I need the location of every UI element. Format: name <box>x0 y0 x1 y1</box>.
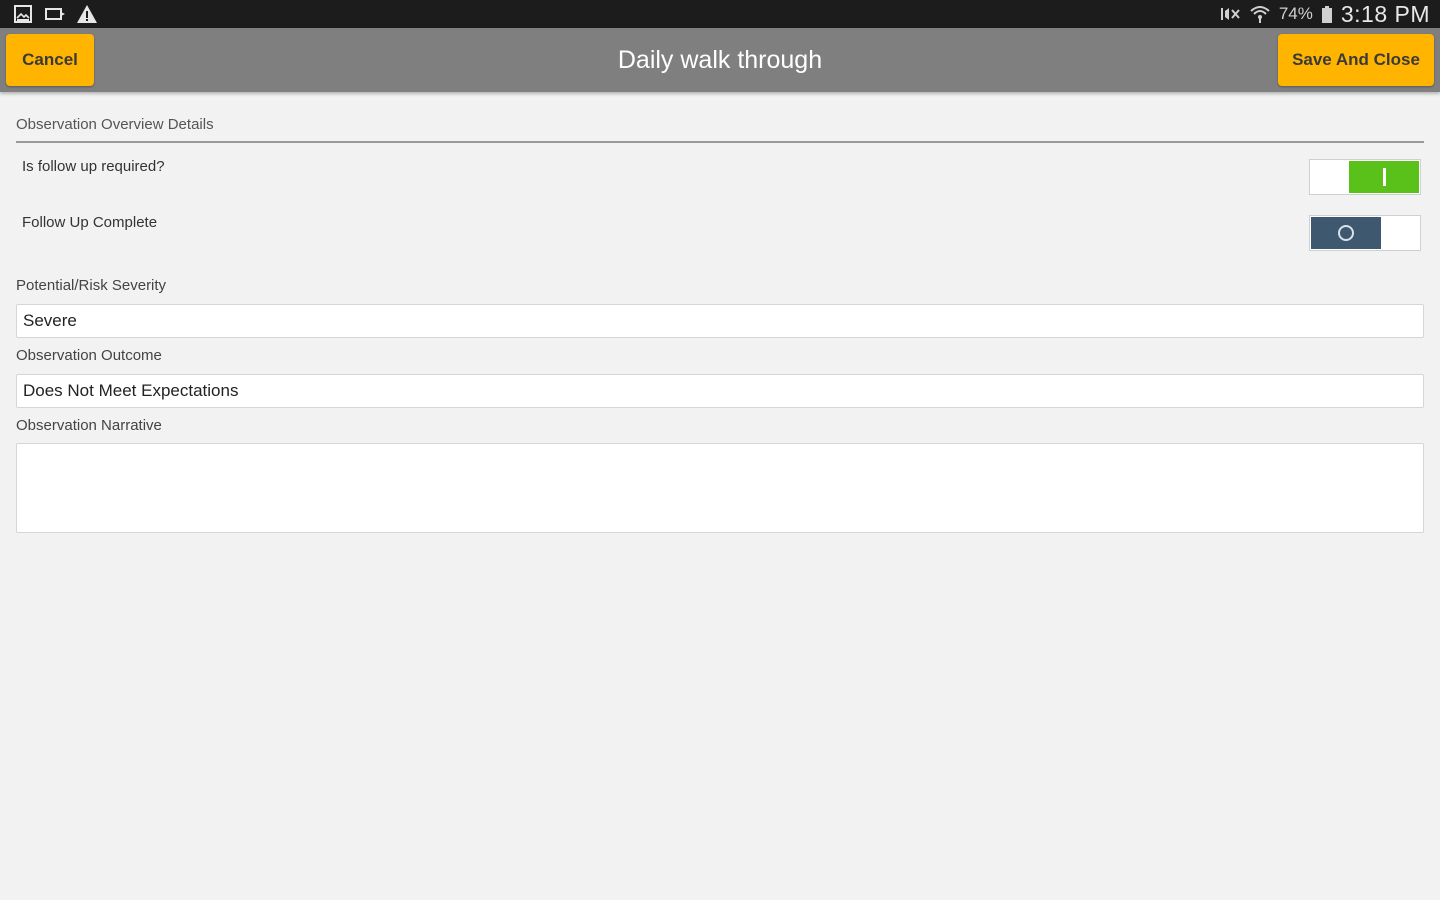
follow-up-complete-label: Follow Up Complete <box>22 214 158 231</box>
cancel-button[interactable]: Cancel <box>6 34 94 86</box>
section-divider <box>16 141 1424 143</box>
clock: 3:18 PM <box>1340 0 1430 27</box>
narrative-label: Observation Narrative <box>16 417 162 434</box>
cast-icon <box>44 3 66 25</box>
battery-percent: 74% <box>1278 4 1313 23</box>
severity-label: Potential/Risk Severity <box>16 277 167 294</box>
page-title: Daily walk through <box>617 45 823 74</box>
image-notification-icon <box>12 3 34 25</box>
outcome-label: Observation Outcome <box>16 347 162 364</box>
status-bar-left <box>12 3 98 25</box>
outcome-field[interactable]: Does Not Meet Expectations <box>16 374 1424 408</box>
action-bar: Cancel Daily walk through Save And Close <box>0 28 1440 92</box>
toggle-knob-off <box>1311 217 1381 249</box>
narrative-textarea[interactable] <box>16 443 1424 533</box>
mute-icon <box>1219 3 1241 25</box>
severity-field[interactable]: Severe <box>16 304 1424 338</box>
status-bar: 74% 3:18 PM <box>0 0 1440 28</box>
section-title: Observation Overview Details <box>16 116 214 133</box>
follow-up-required-toggle[interactable] <box>1309 159 1421 195</box>
follow-up-complete-toggle[interactable] <box>1309 215 1421 251</box>
warning-icon <box>76 3 98 25</box>
wifi-icon <box>1249 3 1271 25</box>
battery-icon <box>1321 3 1333 25</box>
on-mark-icon <box>1382 168 1386 186</box>
follow-up-required-label: Is follow up required? <box>22 158 165 175</box>
toggle-knob-on <box>1349 161 1419 193</box>
off-mark-icon <box>1338 225 1354 241</box>
save-and-close-button[interactable]: Save And Close <box>1278 34 1434 86</box>
status-bar-right: 74% 3:18 PM <box>1219 0 1430 28</box>
